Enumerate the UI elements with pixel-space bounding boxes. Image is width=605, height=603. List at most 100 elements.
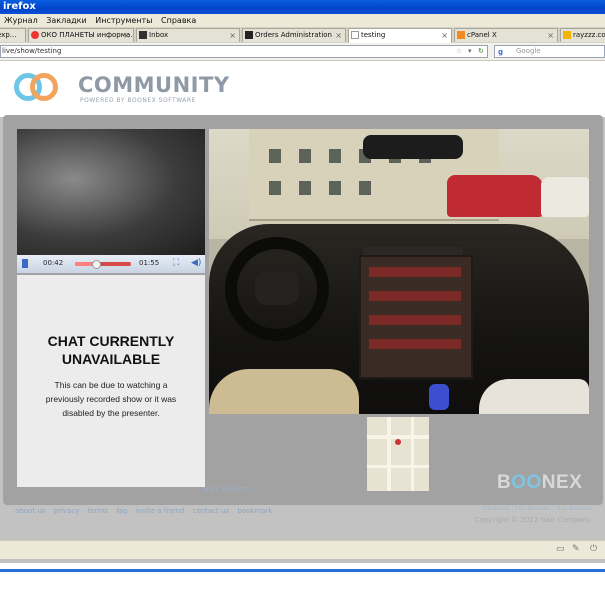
scene-seat (479, 379, 589, 414)
scene-window (329, 149, 341, 163)
footer-link-contact[interactable]: contact us (193, 507, 230, 515)
close-icon[interactable]: × (229, 29, 236, 42)
search-input[interactable]: g Google (494, 45, 605, 58)
experts-link[interactable]: ware Experts (203, 485, 249, 493)
logo-tagline: POWERED BY BOONEX SOFTWARE (80, 97, 196, 104)
google-icon: g (498, 48, 504, 56)
seek-handle[interactable] (92, 260, 102, 269)
tab-label: ОКО ПЛАНЕТЫ информа... (41, 31, 134, 39)
status-bar: ▭ ✎ ⏻ (0, 540, 605, 559)
tab-oko[interactable]: ОКО ПЛАНЕТЫ информа... × (28, 28, 134, 42)
tab-rayzzz[interactable]: rayzzz.com (560, 28, 605, 42)
scene-console (359, 255, 473, 379)
mail-icon (139, 31, 147, 39)
tab-orders-administration[interactable]: Orders Administration × (242, 28, 346, 42)
eye-icon (31, 31, 39, 39)
settings-icon[interactable]: ✎ (572, 544, 580, 554)
tab-label: rayzzz.com (573, 31, 605, 39)
footer-link-invite[interactable]: invite a friend (136, 507, 185, 515)
cpanel-icon (457, 31, 465, 39)
logo-ring-icon (30, 73, 58, 101)
boonex-logo-nex: NEX (541, 472, 583, 493)
copyright: Copyright © 2012 Your Company. (474, 516, 592, 524)
chat-unavailable-message: This can be due to watching a previously… (45, 380, 177, 418)
fullscreen-icon[interactable]: ⛶ (173, 258, 179, 268)
boonex-logo-b: B (497, 472, 512, 493)
site-logo[interactable]: COMMUNITY POWERED BY BOONEX SOFTWARE (14, 71, 229, 111)
presenter-video[interactable] (17, 129, 205, 255)
scene-console-row (369, 267, 461, 277)
menu-bookmarks[interactable]: Закладки (43, 14, 89, 27)
chat-panel: CHAT CURRENTLY UNAVAILABLE This can be d… (17, 275, 205, 487)
menu-history[interactable]: Журнал (0, 14, 41, 27)
scene-window (269, 181, 281, 195)
scene-window (329, 181, 341, 195)
scene-mirror (363, 135, 463, 159)
volume-icon[interactable]: ◀) (191, 258, 201, 268)
boonex-logo-oo: OO (511, 472, 542, 493)
map-pin-icon (395, 439, 401, 445)
total-time: 01:55 (139, 259, 160, 267)
chevron-down-icon[interactable]: ▾ (468, 46, 472, 57)
chat-title-line1: CHAT CURRENTLY (47, 333, 175, 349)
close-icon[interactable]: × (441, 29, 448, 42)
menu-help[interactable]: Справка (158, 14, 199, 27)
close-icon[interactable]: × (547, 29, 554, 42)
scene-window (269, 149, 281, 163)
menu-tools[interactable]: Инструменты (92, 14, 155, 27)
scene-seat (209, 369, 359, 414)
footer-link-bookmark[interactable]: bookmark (237, 507, 272, 515)
scene-console-row (369, 339, 461, 349)
scene-console-row (369, 291, 461, 301)
map-road (367, 465, 429, 468)
footer-right-links[interactable]: Solutions | Join Boonex | Buy Boonex (482, 505, 592, 512)
tab-label: cPanel X (467, 31, 497, 39)
close-icon[interactable]: × (335, 29, 342, 42)
scene-cup (429, 384, 449, 410)
tab-bar: exp... ОКО ПЛАНЕТЫ информа... × Inbox × … (0, 27, 605, 44)
scene-white-car (541, 177, 589, 217)
live-show-popup: 00:42 01:55 ⛶ ◀) CHAT CURRENTLY UNAVAILA… (3, 115, 603, 505)
close-icon[interactable]: × (123, 29, 130, 42)
tab-exp[interactable]: exp... (0, 28, 26, 42)
tab-label: Orders Administration (255, 31, 332, 39)
location-map-thumbnail[interactable] (367, 417, 429, 491)
seek-bar[interactable] (75, 260, 131, 269)
window-title: irefox (3, 1, 36, 12)
scene-wheel-hub (255, 271, 299, 305)
tab-cpanel[interactable]: cPanel X × (454, 28, 558, 42)
tab-inbox[interactable]: Inbox × (136, 28, 240, 42)
chat-unavailable-title: CHAT CURRENTLY UNAVAILABLE (17, 332, 205, 368)
scene-window (299, 149, 311, 163)
map-road (411, 417, 414, 491)
main-video-stream[interactable] (209, 129, 589, 414)
power-icon[interactable]: ⏻ (590, 544, 597, 554)
footer-link-faq[interactable]: faq (116, 507, 127, 515)
footer-links: about us privacy terms faq invite a frie… (15, 507, 278, 515)
footer-link-privacy[interactable]: privacy (54, 507, 80, 515)
url-bar[interactable]: live/show/testing ☆ ▾ ↻ (0, 45, 488, 58)
current-time: 00:42 (43, 259, 64, 267)
addon-icon[interactable]: ▭ (556, 544, 565, 554)
video-frame (17, 129, 205, 255)
page-icon (351, 31, 359, 39)
tab-label: Inbox (149, 31, 169, 39)
reload-icon[interactable]: ↻ (478, 46, 484, 57)
tab-testing[interactable]: testing × (348, 28, 452, 44)
menu-bar: Журнал Закладки Инструменты Справка (0, 14, 605, 27)
map-road (387, 417, 391, 491)
scene-window (359, 181, 371, 195)
navigation-bar: live/show/testing ☆ ▾ ↻ g Google (0, 43, 605, 61)
star-icon[interactable]: ☆ (456, 46, 462, 57)
tab-label: testing (361, 31, 386, 39)
taskbar (0, 569, 605, 603)
url-text: live/show/testing (2, 47, 62, 55)
chat-title-line2: UNAVAILABLE (61, 351, 161, 367)
footer-link-about[interactable]: about us (15, 507, 46, 515)
search-placeholder: Google (516, 47, 541, 55)
scene-console-row (369, 315, 461, 325)
site-icon (563, 31, 571, 39)
footer-link-terms[interactable]: terms (88, 507, 108, 515)
pause-icon[interactable] (22, 259, 28, 268)
admin-icon (245, 31, 253, 39)
